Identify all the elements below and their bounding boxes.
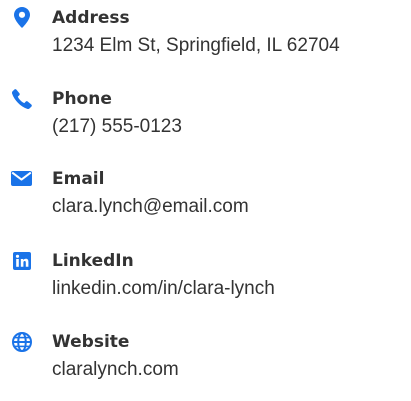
contact-item-website: Website claralynch.com	[0, 331, 411, 401]
location-pin-icon	[11, 7, 32, 28]
linkedin-value[interactable]: linkedin.com/in/clara-lynch	[52, 277, 275, 301]
envelope-icon	[11, 168, 32, 189]
globe-icon	[11, 331, 32, 352]
phone-value: (217) 555-0123	[52, 116, 182, 137]
address-label: Address	[52, 8, 130, 28]
contact-item-email: Email clara.lynch@email.com	[0, 168, 411, 238]
website-value[interactable]: claralynch.com	[52, 358, 179, 382]
linkedin-label: LinkedIn	[52, 251, 134, 271]
contact-item-linkedin: LinkedIn linkedin.com/in/clara-lynch	[0, 250, 411, 320]
email-value[interactable]: clara.lynch@email.com	[52, 195, 249, 219]
address-value: 1234 Elm St, Springfield, IL 62704	[52, 35, 340, 56]
phone-label: Phone	[52, 89, 112, 109]
linkedin-icon	[11, 250, 32, 271]
email-label: Email	[52, 169, 105, 189]
website-label: Website	[52, 332, 130, 352]
phone-icon	[11, 88, 32, 109]
contact-item-phone: Phone (217) 555-0123	[0, 88, 411, 158]
contact-item-address: Address 1234 Elm St, Springfield, IL 627…	[0, 7, 411, 77]
contact-list: Address 1234 Elm St, Springfield, IL 627…	[0, 0, 411, 389]
